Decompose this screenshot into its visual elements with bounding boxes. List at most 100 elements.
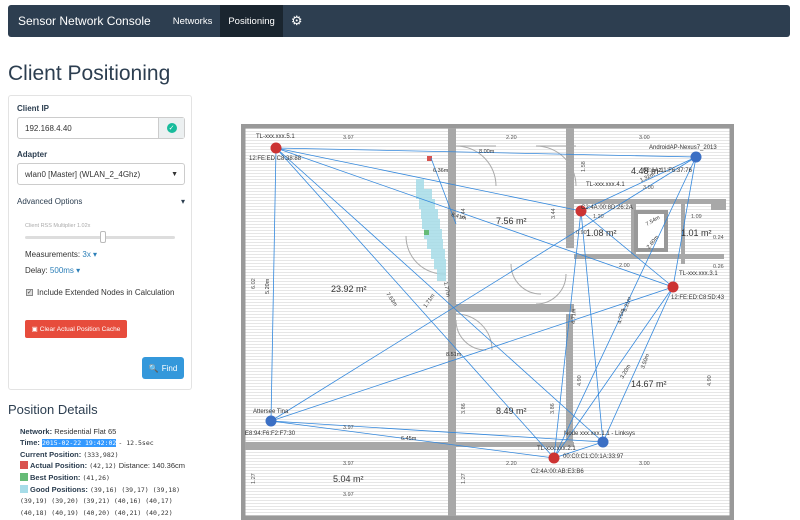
extended-nodes-label: Include Extended Nodes in Calculation (37, 288, 175, 297)
node-label-linksys: Node xxx.xxx.1.1 - Linksys (564, 431, 635, 437)
node-mac-tl51: 12:FE:ED:C8:38:88 (249, 156, 302, 162)
room-area-4: 1.08 m² (586, 228, 617, 238)
floor-plan-map[interactable]: TL-xxx.xxx.5.1 12:FE:ED:C8:38:88 Android… (241, 124, 734, 520)
svg-text:2.00: 2.00 (619, 263, 630, 269)
node-tl-3-1 (667, 281, 679, 293)
svg-text:6.02: 6.02 (251, 278, 257, 289)
svg-text:1.09: 1.09 (691, 214, 702, 220)
node-androidap (690, 151, 702, 163)
delay-dropdown[interactable]: 500ms ▾ (50, 266, 80, 275)
search-icon: 🔍 (148, 363, 159, 373)
advanced-options-label: Advanced Options (17, 197, 83, 206)
room-area-8: 5.04 m² (333, 474, 364, 484)
detail-time: Time: 2015-02-22 19:42:02 - 12.5sec (20, 438, 154, 447)
nav-positioning[interactable]: Positioning (220, 5, 283, 37)
client-ip-label: Client IP (17, 104, 50, 113)
svg-text:0.90: 0.90 (576, 230, 587, 236)
brand-title[interactable]: Sensor Network Console (8, 5, 165, 37)
node-label-attersee: Attersee Tina (253, 409, 289, 415)
best-legend-swatch (20, 473, 28, 481)
node-mac-tl21: C2:4A:00:AB:E3:B6 (531, 469, 584, 475)
svg-text:5.20m: 5.20m (265, 278, 271, 294)
adapter-selected-value: wlan0 [Master] (WLAN_2_4Ghz) (25, 169, 141, 179)
svg-text:4.90: 4.90 (707, 375, 713, 386)
svg-text:3.97: 3.97 (343, 135, 354, 141)
detail-best: Best Position: (41,26) (20, 473, 110, 482)
node-mac-tl31: 12:FE:ED:C8:5D:43 (671, 295, 725, 301)
page-title: Client Positioning (8, 62, 171, 85)
svg-text:3.00: 3.00 (639, 135, 650, 141)
svg-text:3.86: 3.86 (461, 403, 467, 414)
find-button[interactable]: 🔍 Find (142, 357, 184, 379)
node-mac-linksys: 00:C0:C1:C0:1A:33:97 (563, 454, 624, 460)
clear-cache-button[interactable]: ▣ Clear Actual Position Cache (25, 320, 127, 338)
svg-text:8.51m: 8.51m (446, 352, 462, 358)
svg-text:4.90: 4.90 (577, 375, 583, 386)
check-circle-icon: ✓ (166, 123, 177, 133)
chevron-down-icon: ▾ (180, 197, 185, 206)
adapter-label: Adapter (17, 150, 48, 159)
room-area-5: 1.01 m² (681, 228, 712, 238)
measurements-label: Measurements: (25, 250, 81, 259)
caret-down-icon: ▼ (171, 171, 178, 178)
delay-option: Delay: 500ms ▾ (25, 266, 80, 275)
svg-text:1.27: 1.27 (251, 473, 257, 484)
node-attersee (265, 415, 277, 427)
top-navbar: Sensor Network Console Networks Position… (8, 5, 790, 37)
svg-text:4.71m: 4.71m (571, 308, 578, 324)
node-tl-2-1 (548, 452, 560, 464)
svg-text:1.27: 1.27 (461, 473, 467, 484)
svg-text:1.20: 1.20 (593, 214, 604, 220)
node-mac-tl41: C2:4A:00:8D:26:2A (581, 205, 633, 211)
svg-text:2.20: 2.20 (506, 135, 517, 141)
room-area-2: 7.56 m² (496, 216, 527, 226)
svg-text:3.00: 3.00 (639, 461, 650, 467)
measurements-dropdown[interactable]: 3x ▾ (82, 250, 97, 259)
best-position-marker (424, 230, 429, 235)
actual-legend-swatch (20, 461, 28, 469)
adapter-select[interactable]: wlan0 [Master] (WLAN_2_4Ghz) ▼ (17, 163, 185, 185)
room-area-7: 8.49 m² (496, 406, 527, 416)
detail-good-line3: (40,18) (40,19) (40,20) (40,21) (40,22) (20, 509, 173, 517)
node-mac-attersee: E8:94:F6:F2:F7:30 (245, 431, 296, 437)
gear-icon[interactable]: ⚙ (283, 5, 311, 37)
measurements-option: Measurements: 3x ▾ (25, 250, 97, 259)
advanced-options-toggle[interactable]: Advanced Options ▾ (17, 197, 185, 213)
node-label-tl41: TL-xxx.xxx.4.1 (586, 182, 625, 188)
detail-actual: Actual Position: (42,12) Distance: 140.3… (20, 461, 185, 470)
detail-good-line2: (39,19) (39,20) (39,21) (40,16) (40,17) (20, 497, 173, 505)
svg-text:3.44: 3.44 (551, 208, 557, 219)
svg-text:3.97: 3.97 (343, 492, 354, 498)
svg-text:0.24: 0.24 (713, 235, 724, 241)
position-details-heading: Position Details (8, 402, 98, 417)
detail-good: Good Positions: (39,16) (39,17) (39,18) (20, 485, 180, 494)
svg-text:0.26: 0.26 (713, 264, 724, 270)
room-area-1: 23.92 m² (331, 284, 367, 294)
detail-current: Current Position: (333,982) (20, 450, 119, 459)
svg-text:3.97: 3.97 (343, 461, 354, 467)
svg-text:8.00m: 8.00m (479, 149, 495, 155)
svg-text:3.97: 3.97 (343, 425, 354, 431)
svg-text:6.36m: 6.36m (433, 168, 449, 174)
nav-networks[interactable]: Networks (165, 5, 221, 37)
svg-text:3.00: 3.00 (643, 185, 654, 191)
node-label-android: AndroidAP-Nexus7_2013 (649, 145, 717, 151)
node-label-tl51: TL-xxx.xxx.5.1 (256, 134, 295, 140)
extended-nodes-checkbox[interactable]: ✓ (26, 289, 33, 296)
room-area-6: 14.67 m² (631, 379, 667, 389)
rss-slider-thumb[interactable] (100, 231, 106, 243)
ip-valid-addon: ✓ (158, 118, 184, 138)
delay-label: Delay: (25, 266, 48, 275)
detail-network: Network: Residential Flat 65 (20, 427, 117, 436)
node-label-tl31: TL-xxx.xxx.3.1 (679, 271, 718, 277)
node-linksys (597, 436, 609, 448)
svg-text:2.20: 2.20 (506, 461, 517, 467)
good-legend-swatch (20, 485, 28, 493)
rss-multiplier-label: Client RSS Multiplier 1.02x (25, 223, 91, 229)
client-ip-value: 192.168.4.40 (25, 123, 72, 133)
node-label-tl21: TL-xxx.xxx.2.1 (537, 446, 576, 452)
svg-text:1.58: 1.58 (581, 161, 587, 172)
client-ip-input[interactable]: 192.168.4.40 ✓ (17, 117, 185, 139)
svg-text:6.45m: 6.45m (401, 436, 417, 442)
trash-icon: ▣ (31, 326, 38, 333)
